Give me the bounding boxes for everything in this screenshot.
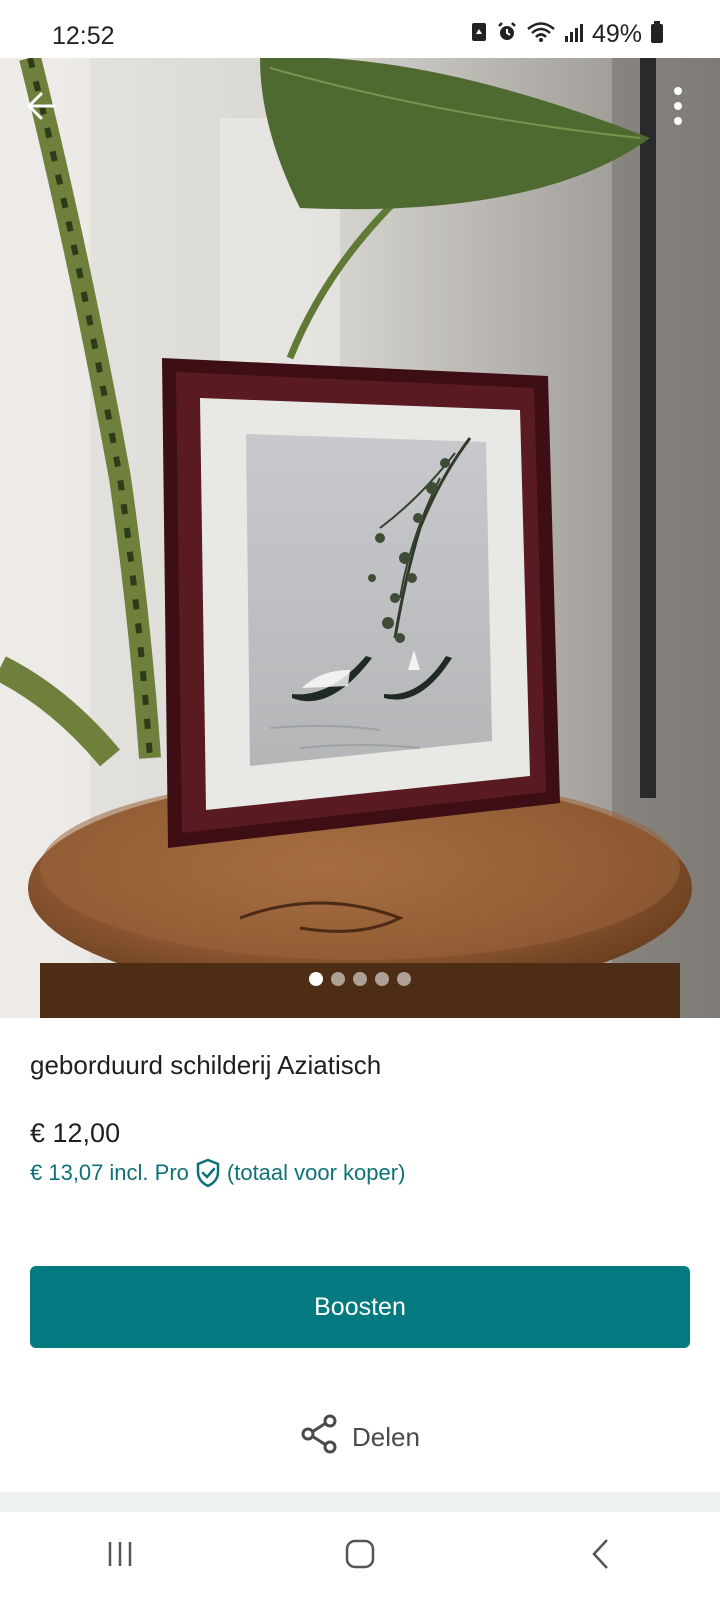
buyer-price-suffix: (totaal voor koper) xyxy=(226,1160,406,1185)
share-button[interactable]: Delen xyxy=(0,1414,720,1461)
more-vertical-icon xyxy=(673,86,683,131)
buyer-price: € 13,07 xyxy=(30,1160,104,1185)
share-label: Delen xyxy=(352,1422,420,1452)
share-icon xyxy=(300,1414,338,1461)
boost-button[interactable]: Boosten xyxy=(30,1266,690,1348)
alarm-icon xyxy=(496,21,518,48)
listing-title: geborduurd schilderij Aziatisch xyxy=(30,1050,382,1080)
status-time: 12:52 xyxy=(52,22,115,50)
listing-price: € 12,00 xyxy=(30,1118,121,1148)
battery-percentage: 49% xyxy=(591,20,642,48)
system-navigation-bar xyxy=(0,1512,720,1600)
recent-apps-icon xyxy=(105,1539,135,1574)
pagination-dot[interactable] xyxy=(397,972,411,986)
listing-photo-illustration xyxy=(0,58,720,1018)
recent-apps-button[interactable] xyxy=(80,1526,160,1586)
wifi-icon xyxy=(526,21,556,48)
listing-photo[interactable] xyxy=(0,58,720,1018)
back-button[interactable] xyxy=(12,78,72,138)
home-icon xyxy=(344,1538,376,1575)
status-icons: 49% xyxy=(470,20,664,49)
pagination-dot[interactable] xyxy=(353,972,367,986)
pagination-dot[interactable] xyxy=(331,972,345,986)
pagination-dot[interactable] xyxy=(309,972,323,986)
arrow-left-icon xyxy=(25,89,59,128)
sim-icon xyxy=(470,21,488,48)
battery-icon xyxy=(650,20,664,49)
photo-pagination[interactable] xyxy=(0,972,720,986)
buyer-price-info[interactable]: € 13,07 incl. Pro (totaal voor koper) xyxy=(30,1158,405,1188)
more-options-button[interactable] xyxy=(648,78,708,138)
home-button[interactable] xyxy=(320,1526,400,1586)
chevron-left-icon xyxy=(589,1537,611,1576)
system-back-button[interactable] xyxy=(560,1526,640,1586)
status-bar: 12:52 49% xyxy=(0,0,720,58)
pagination-dot[interactable] xyxy=(375,972,389,986)
shield-check-icon xyxy=(195,1158,221,1188)
buyer-price-label: incl. Pro xyxy=(109,1160,189,1185)
section-divider xyxy=(0,1492,720,1512)
signal-icon xyxy=(564,21,584,48)
